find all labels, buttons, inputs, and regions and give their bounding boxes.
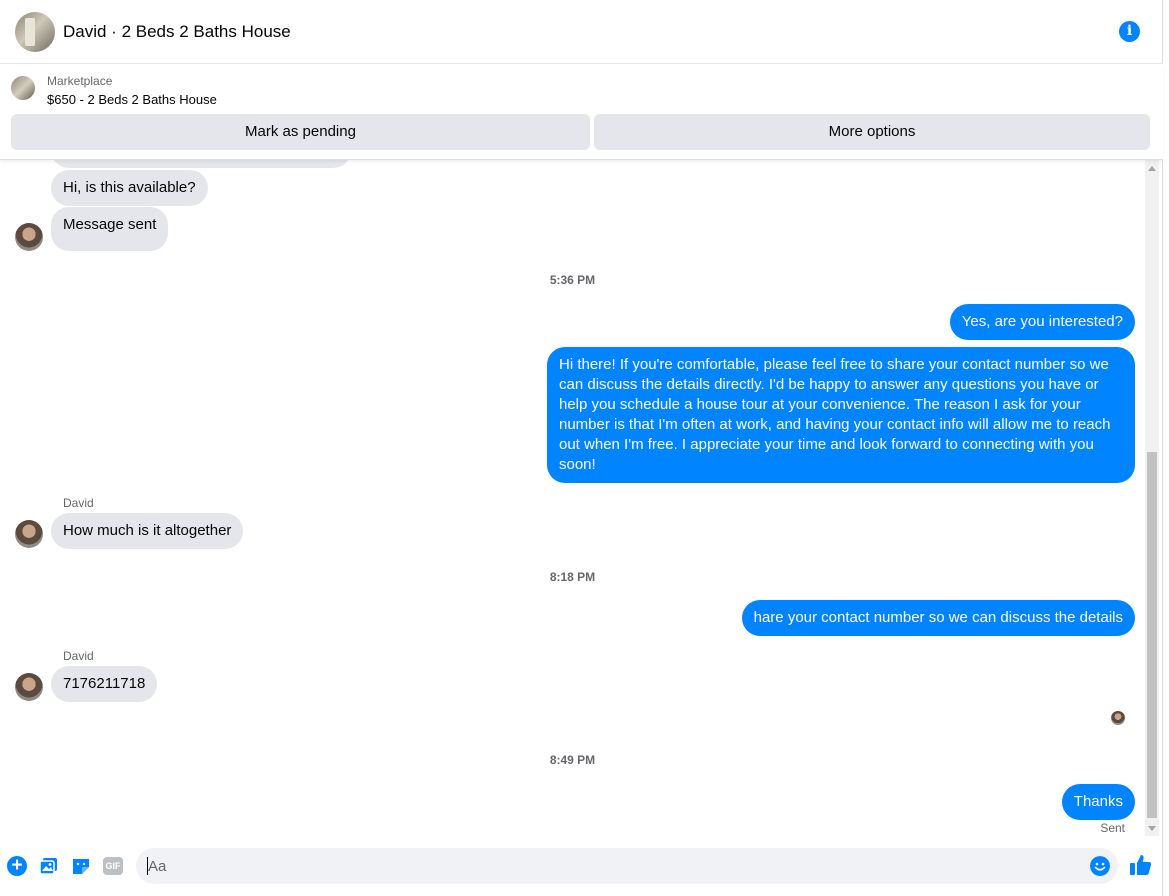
message-thread[interactable]: Hi, is this available? Message sent 5:36… xyxy=(0,160,1145,836)
message-bubble-outgoing: Hi there! If you're comfortable, please … xyxy=(547,347,1135,483)
sticker-icon[interactable] xyxy=(71,856,91,876)
gif-icon[interactable]: GIF xyxy=(103,857,123,875)
timestamp: 8:18 PM xyxy=(549,570,596,584)
contact-avatar[interactable] xyxy=(15,12,55,52)
marketplace-label: Marketplace xyxy=(47,74,113,88)
sender-name: David xyxy=(63,496,94,510)
emoji-icon[interactable] xyxy=(1090,856,1110,876)
message-bubble-outgoing: hare your contact number so we can discu… xyxy=(741,600,1135,636)
message-input[interactable] xyxy=(136,848,1118,884)
conversation-title[interactable]: David · 2 Beds 2 Baths House xyxy=(63,22,291,42)
contact-avatar-small[interactable] xyxy=(15,673,43,701)
text-caret xyxy=(147,857,148,875)
read-receipt-avatar xyxy=(1111,711,1125,725)
marketplace-listing-bar: Marketplace $650 - 2 Beds 2 Baths House … xyxy=(0,64,1163,160)
timestamp: 5:36 PM xyxy=(549,273,596,287)
listing-thumbnail[interactable] xyxy=(11,76,35,100)
message-composer: + GIF xyxy=(0,836,1163,896)
listing-title[interactable]: $650 - 2 Beds 2 Baths House xyxy=(47,92,217,107)
message-status: Sent xyxy=(1100,821,1125,835)
scroll-thumb[interactable] xyxy=(1147,452,1157,818)
message-bubble-incoming: Message sent xyxy=(51,207,169,251)
info-icon[interactable]: i xyxy=(1119,21,1140,42)
message-bubble-outgoing: Yes, are you interested? xyxy=(949,304,1135,340)
sender-name: David xyxy=(63,649,94,663)
photo-icon[interactable] xyxy=(39,856,59,876)
conversation-header: David · 2 Beds 2 Baths House i xyxy=(0,0,1163,64)
scroll-up-arrow-icon[interactable] xyxy=(1148,166,1156,171)
more-options-button[interactable]: More options xyxy=(594,114,1150,150)
message-bubble-incoming: 7176211718 xyxy=(51,666,158,702)
timestamp: 8:49 PM xyxy=(549,753,596,767)
message-bubble-incoming: How much is it altogether xyxy=(51,513,244,549)
scroll-down-arrow-icon[interactable] xyxy=(1148,826,1156,831)
thread-scrollbar[interactable] xyxy=(1145,160,1159,836)
message-bubble-outgoing: Thanks xyxy=(1061,784,1135,820)
mark-as-pending-button[interactable]: Mark as pending xyxy=(11,114,590,150)
plus-icon[interactable]: + xyxy=(7,856,27,876)
contact-avatar-small[interactable] xyxy=(15,223,43,251)
like-icon[interactable] xyxy=(1129,853,1153,877)
message-bubble-incoming: Hi, is this available? xyxy=(51,170,208,206)
message-bubble-cut xyxy=(51,160,351,168)
contact-avatar-small[interactable] xyxy=(15,520,43,548)
